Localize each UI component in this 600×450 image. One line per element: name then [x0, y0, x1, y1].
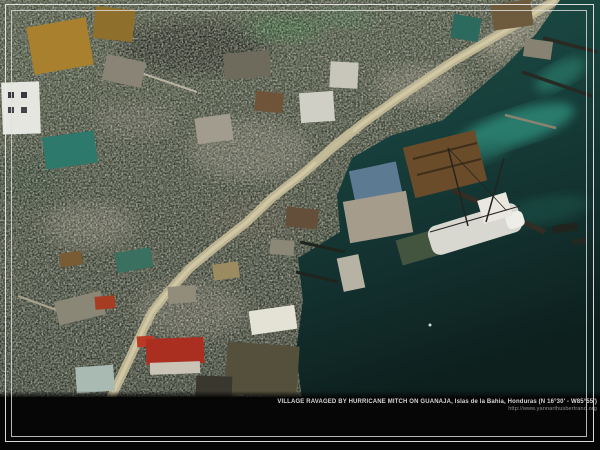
caption-band-fade — [0, 391, 600, 398]
wallpaper-photo: VILLAGE RAVAGED BY HURRICANE MITCH ON GU… — [0, 0, 600, 450]
photo-svg — [0, 0, 600, 450]
photo-caption: VILLAGE RAVAGED BY HURRICANE MITCH ON GU… — [277, 399, 597, 412]
caption-title: VILLAGE RAVAGED BY HURRICANE MITCH ON GU… — [277, 399, 597, 405]
credit-url: http://www.yannarthusbertrand.org — [277, 406, 597, 413]
